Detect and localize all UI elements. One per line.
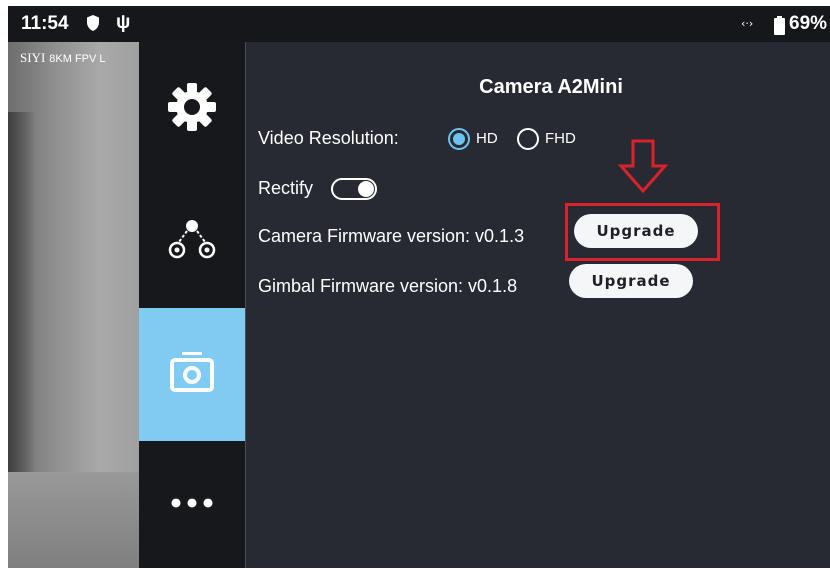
camera-overlay-text: SIYI 8KM FPV L <box>20 50 106 66</box>
preview-floor <box>8 472 139 568</box>
settings-sidebar <box>139 42 245 568</box>
device-screen: 11:54 ψ ‹·› 69% SIYI 8KM FPV L Camera A2… <box>8 6 830 568</box>
sidebar-item-settings[interactable] <box>139 42 245 176</box>
rectify-label: Rectify <box>258 178 314 198</box>
video-resolution-label: Video Resolution: <box>258 128 399 148</box>
gimbal-firmware-label: Gimbal Firmware version: v0.1.8 <box>258 276 518 296</box>
battery-percentage: 69% <box>789 13 828 34</box>
rectify-toggle[interactable] <box>331 178 377 200</box>
gear-icon <box>164 79 220 140</box>
brand-logo-text: SIYI <box>20 50 46 65</box>
shield-icon <box>86 14 100 37</box>
sidebar-item-camera[interactable] <box>139 308 245 441</box>
gimbal-upgrade-button[interactable]: Upgrade <box>569 264 693 298</box>
panel-title: Camera A2Mini <box>479 76 623 98</box>
camera-firmware-label: Camera Firmware version: v0.1.3 <box>258 226 525 246</box>
battery-icon <box>774 16 785 40</box>
radio-fhd[interactable] <box>517 128 539 150</box>
radio-hd-label: HD <box>476 130 498 147</box>
usb-icon: ψ <box>116 12 131 33</box>
camera-model-text: 8KM FPV L <box>49 53 106 65</box>
sidebar-item-more[interactable] <box>139 441 245 568</box>
radio-hd[interactable] <box>448 128 470 150</box>
sidebar-item-gimbal[interactable] <box>139 176 245 308</box>
down-arrow-icon <box>617 138 669 199</box>
camera-settings-panel: Camera A2Mini Video Resolution: HD FHD R… <box>246 42 830 568</box>
camera-preview[interactable]: SIYI 8KM FPV L <box>8 42 139 568</box>
toggle-knob <box>358 181 374 197</box>
gimbal-icon <box>164 212 220 273</box>
more-icon <box>168 496 216 514</box>
annotation-highlight-box <box>565 203 720 261</box>
status-bar: 11:54 ψ ‹·› 69% <box>8 6 830 42</box>
data-link-icon: ‹·› <box>741 17 754 30</box>
camera-icon <box>166 346 218 403</box>
radio-fhd-label: FHD <box>545 130 576 147</box>
status-time: 11:54 <box>21 13 69 34</box>
preview-shadow <box>8 112 36 512</box>
